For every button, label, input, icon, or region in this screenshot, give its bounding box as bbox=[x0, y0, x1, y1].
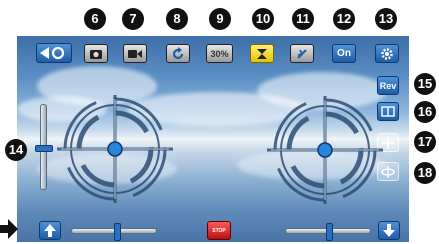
rotate-icon bbox=[172, 46, 184, 59]
left-horizontal-trim-slider[interactable] bbox=[71, 223, 157, 241]
callout-6: 6 bbox=[84, 8, 106, 30]
right-joystick[interactable] bbox=[263, 94, 387, 206]
callout-9: 9 bbox=[209, 8, 231, 30]
left-joystick-thumb bbox=[107, 141, 123, 157]
callout-13: 13 bbox=[375, 8, 397, 30]
callout-12: 12 bbox=[333, 8, 355, 30]
callout-10: 10 bbox=[252, 8, 274, 30]
gear-icon bbox=[381, 47, 393, 60]
pointer-arrow-icon bbox=[0, 219, 18, 239]
on-label: On bbox=[337, 48, 351, 59]
up-button[interactable] bbox=[39, 221, 61, 240]
left-joystick[interactable] bbox=[53, 93, 177, 205]
speed-label: 30% bbox=[210, 48, 229, 59]
trim-button[interactable] bbox=[250, 44, 274, 63]
video-button[interactable] bbox=[123, 44, 147, 63]
gravity-icon bbox=[297, 48, 307, 59]
arrow-up-icon bbox=[44, 224, 56, 237]
back-arrow-icon bbox=[40, 46, 65, 60]
gravity-button[interactable] bbox=[290, 44, 314, 63]
callout-17: 17 bbox=[414, 131, 436, 153]
right-horizontal-slider-knob[interactable] bbox=[326, 223, 333, 241]
vertical-trim-slider[interactable] bbox=[35, 104, 53, 190]
down-button[interactable] bbox=[378, 221, 400, 240]
rev-label: Rev bbox=[379, 80, 397, 91]
callout-18: 18 bbox=[414, 162, 436, 184]
arrow-down-icon bbox=[383, 224, 395, 237]
back-button[interactable] bbox=[36, 43, 72, 63]
callout-7: 7 bbox=[122, 8, 144, 30]
callout-14: 14 bbox=[5, 139, 27, 161]
right-joystick-thumb bbox=[317, 142, 333, 158]
video-camera-icon bbox=[128, 49, 142, 58]
rev-button[interactable]: Rev bbox=[377, 76, 399, 95]
hourglass-icon bbox=[257, 48, 267, 59]
on-toggle-button[interactable]: On bbox=[332, 44, 356, 63]
left-horizontal-slider-knob[interactable] bbox=[114, 223, 121, 241]
photo-button[interactable] bbox=[84, 44, 108, 63]
stop-button[interactable]: STOP bbox=[207, 221, 231, 240]
callout-16: 16 bbox=[414, 101, 436, 123]
callout-8: 8 bbox=[166, 8, 188, 30]
settings-button[interactable] bbox=[375, 44, 399, 63]
vertical-slider-knob[interactable] bbox=[35, 145, 53, 152]
right-horizontal-trim-slider[interactable] bbox=[285, 223, 371, 241]
stop-label: STOP bbox=[212, 227, 226, 234]
rotate-button[interactable] bbox=[166, 44, 190, 63]
callout-15: 15 bbox=[414, 73, 436, 95]
callout-11: 11 bbox=[292, 8, 314, 30]
speed-button[interactable]: 30% bbox=[206, 44, 233, 63]
camera-icon bbox=[90, 49, 102, 59]
